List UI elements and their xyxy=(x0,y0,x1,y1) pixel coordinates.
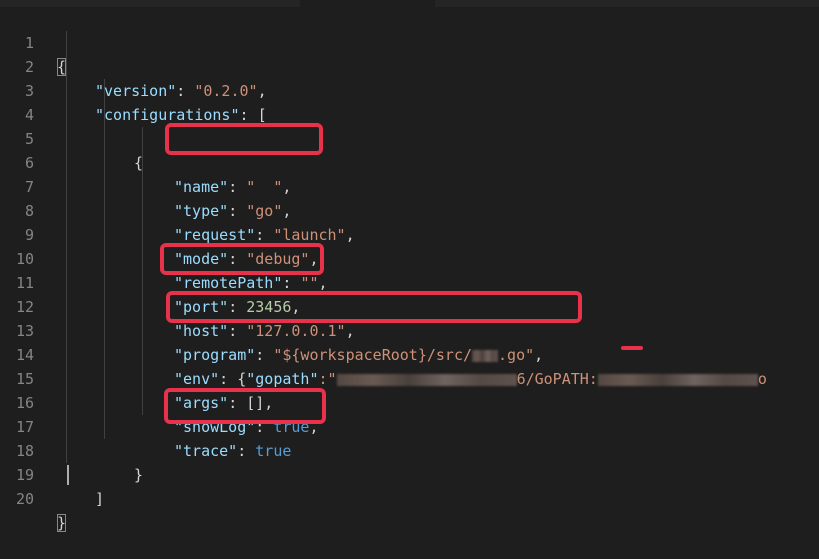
code-line: 4 xyxy=(0,79,819,124)
line-number: 20 xyxy=(15,490,34,508)
active-tab[interactable] xyxy=(300,0,435,7)
code-line: 9 "mode": "debug", xyxy=(0,199,819,268)
code-line: 11 "port": 23456, xyxy=(0,247,819,316)
code-line: 14 "env": {"gopath":" 6/GoPATH: o xyxy=(0,319,819,388)
code-line: 19 ] xyxy=(0,439,819,508)
code-line: 3 "configurations": [ xyxy=(0,55,819,124)
code-line: 2 "version": "0.2.0", xyxy=(0,31,819,100)
code-line: 5 { xyxy=(0,103,819,172)
annotation-underline xyxy=(621,346,643,350)
code-line: 6 "name": " ", xyxy=(0,127,819,196)
code-line: 20 } xyxy=(0,463,819,532)
close-brace: } xyxy=(57,514,67,532)
code-line: 8 "request": "launch", xyxy=(0,175,819,244)
code-line: 1 { xyxy=(0,7,819,76)
code-line: 17 "trace": true xyxy=(0,391,819,460)
code-line: 10 "remotePath": "", xyxy=(0,223,819,292)
code-line: 16 "showLog": true, xyxy=(0,367,819,436)
text-cursor xyxy=(67,465,69,485)
code-line: 7 "type": "go", xyxy=(0,151,819,220)
code-editor[interactable]: 1 { 2 "version": "0.2.0", 3 "configurati… xyxy=(0,7,819,532)
code-line: 15 "args": [], xyxy=(0,343,819,412)
code-line: 13 "program": "${workspaceRoot}/src/.go"… xyxy=(0,295,819,364)
code-line: 18 } xyxy=(0,415,819,484)
tab-bar xyxy=(0,0,819,7)
code-line: 12 "host": "127.0.0.1", xyxy=(0,271,819,340)
